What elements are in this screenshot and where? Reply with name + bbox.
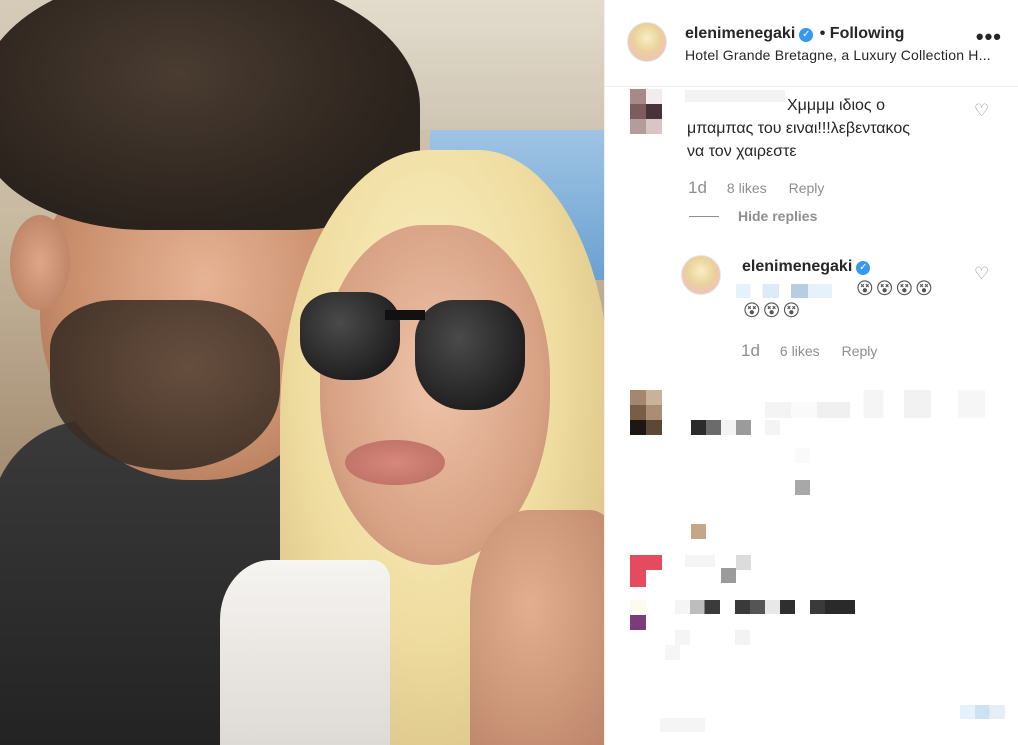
comment-text: Χμμμμ ιδιος ο μπαμπας του ειναι!!!λεβεντ… xyxy=(687,94,987,163)
reply-age[interactable]: 1d xyxy=(741,341,760,360)
photo-sunglasses-left xyxy=(300,292,400,380)
comment-age[interactable]: 1d xyxy=(688,178,707,197)
comment-text-pixelated xyxy=(665,600,965,660)
comment-text-pixelated xyxy=(665,555,965,585)
reply-likes[interactable]: 6 likes xyxy=(780,343,820,359)
comment-text-line: Χμμμμ ιδιος ο xyxy=(787,97,885,114)
author-line: elenimenegaki ✓ • Following xyxy=(685,25,904,43)
photo-arm xyxy=(470,510,604,745)
photo-man-ear xyxy=(10,215,70,310)
comment-meta: 1d 8 likes Reply xyxy=(688,178,846,198)
more-options-icon[interactable]: ••• xyxy=(976,24,1002,50)
reply-emoji-row: 😵😵😵😵 xyxy=(856,279,935,298)
following-button[interactable]: Following xyxy=(830,25,905,42)
comment-text-pixelated xyxy=(660,718,705,732)
hide-replies-line xyxy=(689,216,719,217)
reply-author-username[interactable]: elenimenegaki xyxy=(742,258,852,275)
heart-icon[interactable]: ♡ xyxy=(974,101,989,121)
comment-text-pixelated xyxy=(960,705,1005,719)
comment-avatar[interactable] xyxy=(630,600,662,632)
reply-emoji-row: 😵😵😵 xyxy=(743,301,803,320)
post-location[interactable]: Hotel Grande Bretagne, a Luxury Collecti… xyxy=(685,47,1001,63)
author-username[interactable]: elenimenegaki xyxy=(685,25,795,42)
comment-avatar[interactable] xyxy=(630,555,662,587)
hide-replies-button[interactable]: Hide replies xyxy=(738,208,817,224)
reply-author-avatar[interactable] xyxy=(681,255,721,295)
verified-icon: ✓ xyxy=(856,261,871,275)
separator-dot: • xyxy=(819,25,826,42)
author-avatar[interactable] xyxy=(627,22,667,62)
comment-text-line: μπαμπας του ειναι!!!λεβεντακος xyxy=(687,120,910,137)
post-header: elenimenegaki ✓ • Following Hotel Grande … xyxy=(605,0,1018,87)
post-photo[interactable] xyxy=(0,0,604,745)
comment-text-line: να τον χαιρεστε xyxy=(687,143,797,160)
comment-avatar[interactable] xyxy=(630,89,662,134)
reply-button[interactable]: Reply xyxy=(789,180,825,196)
comment-avatar[interactable] xyxy=(630,390,662,435)
comment-text-pixelated xyxy=(665,390,985,540)
reply-author-line: elenimenegaki ✓ xyxy=(742,258,871,276)
photo-woman-top xyxy=(220,560,390,745)
reply-meta: 1d 6 likes Reply xyxy=(741,341,899,361)
photo-lips xyxy=(345,440,445,485)
photo-sunglasses-bridge xyxy=(385,310,425,320)
verified-icon: ✓ xyxy=(799,28,814,42)
photo-sunglasses-right xyxy=(415,300,525,410)
instagram-post-view: elenimenegaki ✓ • Following Hotel Grande … xyxy=(0,0,1018,745)
comment-likes[interactable]: 8 likes xyxy=(727,180,767,196)
reply-mention-pixelated[interactable] xyxy=(736,284,856,298)
heart-icon[interactable]: ♡ xyxy=(974,264,989,284)
reply-button[interactable]: Reply xyxy=(842,343,878,359)
comments-panel: elenimenegaki ✓ • Following Hotel Grande … xyxy=(604,0,1018,745)
